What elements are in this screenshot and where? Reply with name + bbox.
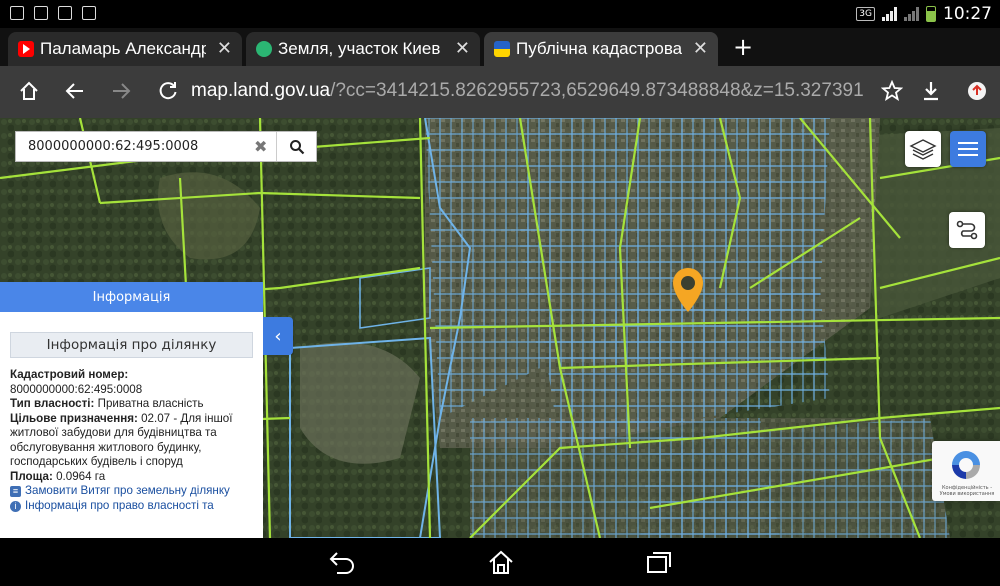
tab-title: Публічна кадастрова к: [516, 39, 682, 58]
site-icon: [256, 41, 272, 57]
notification-icons: [10, 6, 96, 20]
info-icon: i: [10, 500, 21, 512]
clock: 10:27: [943, 4, 992, 24]
collapse-panel-button[interactable]: ‹: [263, 317, 293, 355]
layers-button[interactable]: [905, 131, 941, 167]
android-nav-bar: [0, 538, 1000, 586]
order-extract-label: Замовити Витяг про земельну ділянку: [25, 484, 230, 497]
info-panel: Інформація Інформація про ділянку Кадаст…: [0, 282, 263, 538]
panel-subheader: Інформація про ділянку: [10, 332, 253, 358]
photo-notification-icon: [10, 6, 24, 20]
mail-notification-icon: [58, 6, 72, 20]
back-icon[interactable]: [64, 80, 86, 102]
tab-cadastral-map[interactable]: Публічна кадастрова к ✕: [484, 32, 718, 66]
forward-icon[interactable]: [110, 80, 132, 102]
menu-button[interactable]: [950, 131, 986, 167]
ownership-info-label: Інформація про право власності та: [25, 498, 214, 512]
recaptcha-text: Конфіденційність - Умови використання: [939, 485, 995, 497]
url-path: /?cc=3414215.8262955723,6529649.87348884…: [330, 80, 864, 101]
tab-title: Земля, участок Киев -: [278, 39, 444, 58]
home-icon[interactable]: [18, 80, 40, 102]
new-tab-icon[interactable]: +: [733, 33, 753, 61]
menu-update-icon[interactable]: [966, 80, 988, 102]
tab-strip: Паламарь Александр ✕ Земля, участок Киев…: [0, 28, 1000, 66]
ownership-value: Приватна власність: [97, 397, 204, 410]
network-type: 3G: [856, 7, 875, 21]
chat-notification-icon: [82, 6, 96, 20]
area-value: 0.0964 га: [56, 469, 106, 483]
ukraine-flag-icon: [494, 41, 510, 57]
recent-apps-icon[interactable]: [645, 549, 673, 575]
bookmark-star-icon[interactable]: [881, 80, 903, 102]
reload-icon[interactable]: [157, 80, 179, 102]
close-tab-icon[interactable]: ✕: [693, 38, 708, 59]
cadastral-search-input[interactable]: [16, 132, 278, 161]
back-nav-icon[interactable]: [328, 549, 356, 575]
panel-header: Інформація: [0, 282, 263, 312]
clear-search-icon[interactable]: ✖: [254, 137, 267, 156]
cadastral-label: Кадастровий номер:: [10, 368, 129, 381]
ownership-label: Тип власності:: [10, 397, 95, 410]
search-icon: [289, 139, 304, 154]
home-nav-icon[interactable]: [487, 549, 515, 575]
browser-toolbar: map.land.gov.ua/?cc=3414215.8262955723,6…: [0, 66, 1000, 118]
order-extract-link[interactable]: ≡ Замовити Витяг про земельну ділянку: [10, 484, 253, 499]
tab-youtube[interactable]: Паламарь Александр ✕: [8, 32, 242, 66]
wifi-signal-icon: [904, 7, 919, 21]
cadastral-search-box: ✖: [15, 131, 317, 162]
layers-icon: [909, 139, 937, 160]
purpose-label: Цільове призначення:: [10, 411, 138, 425]
tab-title: Паламарь Александр: [40, 39, 206, 58]
download-icon[interactable]: [920, 80, 942, 102]
image-notification-icon: [34, 6, 48, 20]
url-domain: map.land.gov.ua: [191, 80, 331, 101]
signal-icon: [882, 7, 897, 21]
hamburger-menu-icon: [958, 142, 978, 156]
youtube-icon: [18, 41, 34, 57]
cadastral-map[interactable]: ✖ Інформа: [0, 118, 1000, 538]
location-marker-icon[interactable]: [671, 266, 705, 314]
document-icon: ≡: [10, 486, 21, 497]
tab-zemlya[interactable]: Земля, участок Киев - ✕: [246, 32, 480, 66]
ownership-info-link[interactable]: i Інформація про право власності та: [10, 499, 253, 514]
close-tab-icon[interactable]: ✕: [217, 38, 232, 59]
route-button[interactable]: [949, 212, 985, 248]
area-label: Площа:: [10, 469, 53, 483]
battery-icon: [926, 6, 936, 22]
route-icon: [956, 220, 978, 240]
chevron-left-icon: ‹: [274, 325, 282, 347]
recaptcha-icon: [952, 451, 980, 479]
parcel-details: Кадастровий номер: 8000000000:62:495:000…: [0, 358, 263, 513]
search-button[interactable]: [276, 132, 316, 161]
cadastral-value: 8000000000:62:495:0008: [10, 382, 143, 396]
recaptcha-badge[interactable]: Конфіденційність - Умови використання: [932, 441, 1000, 501]
address-bar[interactable]: map.land.gov.ua/?cc=3414215.8262955723,6…: [191, 80, 864, 102]
close-tab-icon[interactable]: ✕: [455, 38, 470, 59]
status-bar: 3G 10:27: [0, 0, 1000, 28]
